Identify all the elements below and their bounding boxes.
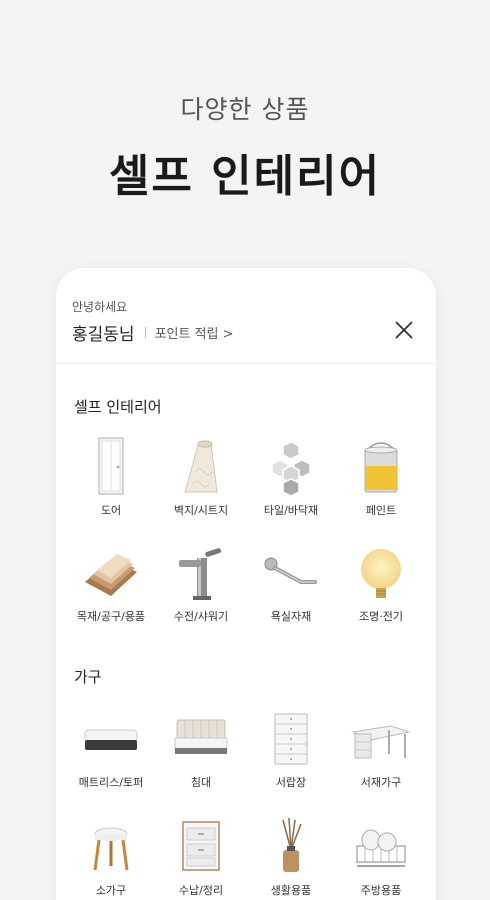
- promo-subtitle: 다양한 상품: [180, 95, 310, 124]
- category-label: 욕실자재: [270, 610, 312, 623]
- self-interior-grid: 도어 벽지/시트지 타일/바닥재 페인트 목재/공구/용품 수전/샤워기 욕실자…: [66, 436, 426, 624]
- category-study-furniture[interactable]: 서재가구: [336, 708, 426, 790]
- category-label: 침대: [190, 776, 212, 789]
- category-label: 수전/샤워기: [173, 610, 229, 623]
- desk-icon: [351, 708, 411, 768]
- close-icon: [395, 321, 413, 339]
- section-title-furniture: 가구: [74, 668, 102, 686]
- hexagon-tiles-icon: [261, 436, 321, 496]
- category-storage[interactable]: 수납/정리: [156, 816, 246, 898]
- category-small-furniture[interactable]: 소가구: [66, 816, 156, 898]
- header-divider: [56, 363, 436, 364]
- category-living-goods[interactable]: 생활용품: [246, 816, 336, 898]
- door-icon: [81, 436, 141, 496]
- category-label: 벽지/시트지: [173, 504, 229, 517]
- category-kitchen[interactable]: 주방용품: [336, 816, 426, 898]
- category-label: 서재가구: [360, 776, 402, 789]
- category-wallpaper[interactable]: 벽지/시트지: [156, 436, 246, 518]
- furniture-grid: 매트리스/토퍼 침대 서랍장 서재가구 소가구 수납/정리 생활용품 주방용품: [66, 708, 426, 898]
- faucet-icon: [171, 542, 231, 602]
- category-wood-tools[interactable]: 목재/공구/용품: [66, 542, 156, 624]
- mattress-icon: [81, 708, 141, 768]
- category-bath[interactable]: 욕실자재: [246, 542, 336, 624]
- point-earn-link[interactable]: 포인트 적립 >: [155, 323, 234, 342]
- diffuser-icon: [261, 816, 321, 876]
- wood-planks-icon: [81, 542, 141, 602]
- greeting-text: 안녕하세요: [72, 300, 128, 314]
- category-tile[interactable]: 타일/바닥재: [246, 436, 336, 518]
- category-label: 목재/공구/용품: [76, 610, 146, 623]
- category-paint[interactable]: 페인트: [336, 436, 426, 518]
- storage-box-icon: [171, 816, 231, 876]
- category-label: 수납/정리: [178, 884, 224, 897]
- close-button[interactable]: [392, 318, 416, 342]
- separator: [144, 327, 146, 338]
- category-label: 도어: [100, 504, 122, 517]
- app-screen: 안녕하세요 홍길동님 포인트 적립 > 셀프 인테리어 도어 벽지/시트지 타일…: [56, 268, 436, 900]
- stool-icon: [81, 816, 141, 876]
- category-door[interactable]: 도어: [66, 436, 156, 518]
- category-faucet[interactable]: 수전/샤워기: [156, 542, 246, 624]
- category-label: 조명·전기: [359, 610, 403, 623]
- category-label: 매트리스/토퍼: [78, 776, 144, 789]
- category-mattress[interactable]: 매트리스/토퍼: [66, 708, 156, 790]
- light-bulb-icon: [351, 542, 411, 602]
- user-name: 홍길동님: [72, 325, 135, 345]
- bed-icon: [171, 708, 231, 768]
- dish-rack-icon: [351, 816, 411, 876]
- section-title-self-interior: 셀프 인테리어: [74, 398, 162, 416]
- category-label: 페인트: [365, 504, 397, 517]
- category-label: 주방용품: [360, 884, 402, 897]
- category-bed[interactable]: 침대: [156, 708, 246, 790]
- category-drawer[interactable]: 서랍장: [246, 708, 336, 790]
- user-row: 홍길동님 포인트 적립 >: [72, 320, 234, 345]
- paint-bucket-icon: [351, 436, 411, 496]
- category-label: 소가구: [95, 884, 127, 897]
- wallpaper-roll-icon: [171, 436, 231, 496]
- promo-title: 셀프 인테리어: [108, 151, 382, 202]
- towel-bar-icon: [261, 542, 321, 602]
- category-label: 타일/바닥재: [263, 504, 319, 517]
- category-label: 생활용품: [270, 884, 312, 897]
- drawer-chest-icon: [261, 708, 321, 768]
- category-label: 서랍장: [275, 776, 307, 789]
- category-lighting[interactable]: 조명·전기: [336, 542, 426, 624]
